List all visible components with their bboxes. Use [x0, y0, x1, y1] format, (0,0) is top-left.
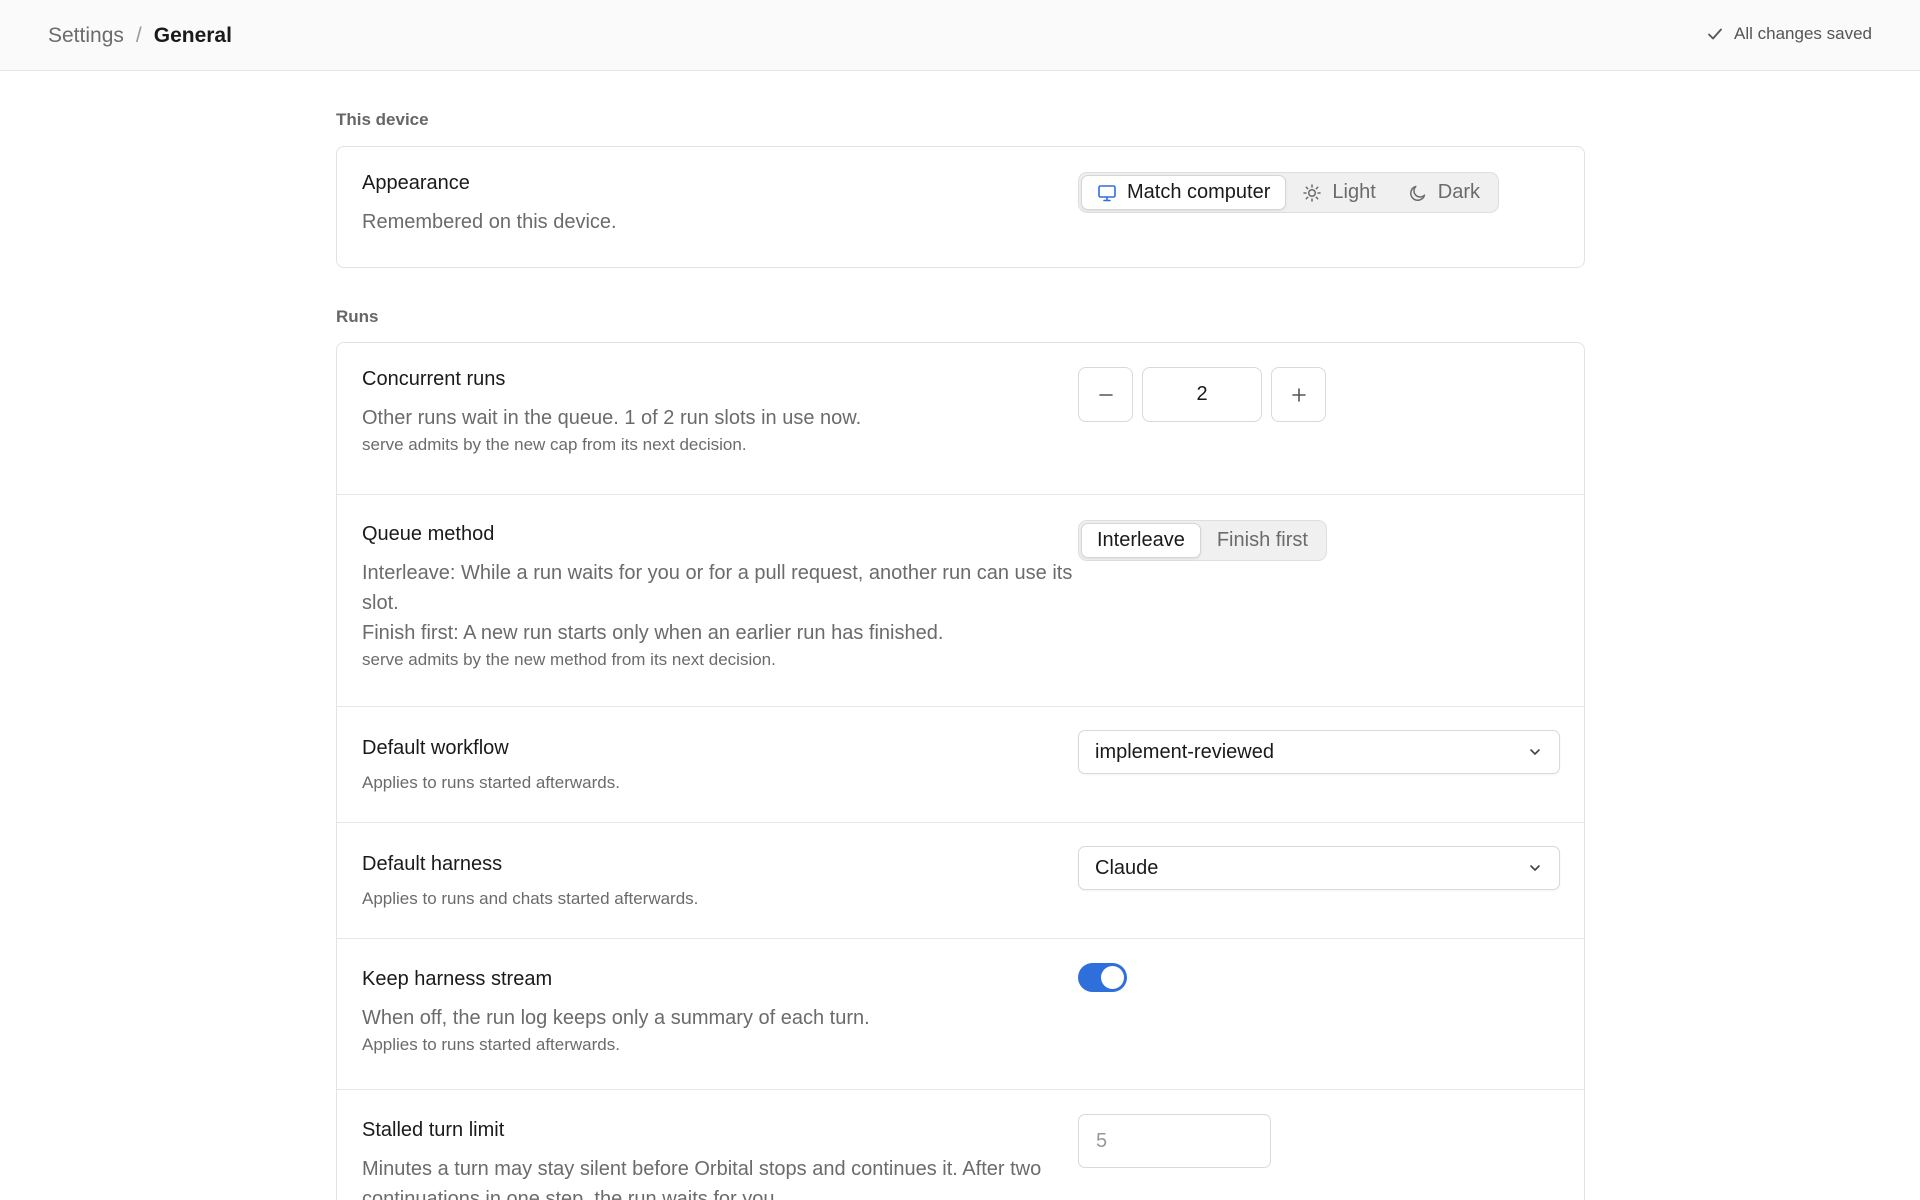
section-label-runs: Runs: [336, 307, 379, 326]
appearance-description: Remembered on this device.: [362, 211, 617, 233]
plus-icon: [1291, 387, 1306, 402]
appearance-option-label: Light: [1332, 181, 1376, 203]
appearance-option-label: Dark: [1437, 181, 1480, 203]
appearance-row: Appearance Remembered on this device. Ma…: [337, 147, 1584, 267]
moon-icon: [1409, 185, 1426, 201]
appearance-option-dark[interactable]: Dark: [1392, 175, 1496, 210]
top-bar: Settings / General All changes saved: [0, 0, 1920, 71]
increment-button[interactable]: [1271, 367, 1326, 422]
appearance-title: Appearance: [362, 172, 470, 194]
queue-method-title: Queue method: [362, 523, 495, 545]
default-harness-select[interactable]: Claude: [1078, 846, 1560, 890]
default-workflow-value: implement-reviewed: [1095, 740, 1274, 763]
keep-harness-stream-row: Keep harness stream When off, the run lo…: [337, 938, 1584, 1089]
decrement-button[interactable]: [1078, 367, 1133, 422]
concurrent-runs-stepper: 2: [1078, 367, 1326, 422]
breadcrumb-separator: /: [135, 24, 142, 47]
appearance-segmented-control: Match computer Light Dark: [1078, 172, 1499, 213]
save-status: All changes saved: [1706, 24, 1872, 44]
default-harness-note: Applies to runs and chats started afterw…: [362, 889, 699, 908]
minus-icon: [1098, 393, 1113, 396]
queue-option-interleave[interactable]: Interleave: [1081, 523, 1201, 558]
runs-card: Concurrent runs Other runs wait in the q…: [336, 342, 1585, 1200]
stalled-turn-limit-title: Stalled turn limit: [362, 1119, 505, 1141]
queue-method-description-interleave: Interleave: While a run waits for you or…: [362, 562, 1073, 614]
check-icon: [1708, 28, 1722, 40]
default-workflow-title: Default workflow: [362, 737, 509, 759]
default-harness-title: Default harness: [362, 853, 503, 875]
keep-harness-stream-description: When off, the run log keeps only a summa…: [362, 1007, 870, 1029]
monitor-icon: [1098, 184, 1116, 201]
concurrent-runs-description: Other runs wait in the queue. 1 of 2 run…: [362, 407, 862, 429]
default-workflow-note: Applies to runs started afterwards.: [362, 773, 620, 792]
toggle-knob: [1101, 966, 1124, 989]
queue-method-description-finish-first: Finish first: A new run starts only when…: [362, 622, 944, 644]
save-status-label: All changes saved: [1734, 24, 1872, 43]
page-title: General: [153, 24, 232, 47]
breadcrumb: Settings / General: [48, 24, 232, 48]
default-harness-value: Claude: [1095, 856, 1159, 879]
keep-harness-stream-note: Applies to runs started afterwards.: [362, 1035, 620, 1054]
concurrent-runs-row: Concurrent runs Other runs wait in the q…: [337, 343, 1584, 494]
queue-method-note: serve admits by the new method from its …: [362, 650, 776, 669]
chevron-down-icon: [1530, 865, 1540, 871]
sun-icon: [1303, 183, 1322, 202]
concurrent-runs-title: Concurrent runs: [362, 368, 506, 390]
section-label-device: This device: [336, 110, 429, 129]
chevron-down-icon: [1530, 749, 1540, 755]
stalled-turn-limit-row: Stalled turn limit Minutes a turn may st…: [337, 1089, 1584, 1200]
appearance-option-light[interactable]: Light: [1286, 175, 1391, 210]
breadcrumb-settings-link[interactable]: Settings: [48, 24, 124, 48]
default-harness-row: Default harness Applies to runs and chat…: [337, 822, 1584, 938]
default-workflow-select[interactable]: implement-reviewed: [1078, 730, 1560, 774]
queue-method-segmented-control: Interleave Finish first: [1078, 520, 1327, 561]
stalled-turn-limit-description: Minutes a turn may stay silent before Or…: [362, 1158, 1042, 1200]
appearance-option-match-computer[interactable]: Match computer: [1081, 175, 1287, 210]
stalled-turn-limit-input[interactable]: 5: [1078, 1114, 1271, 1168]
settings-content: This device Appearance Remembered on thi…: [336, 71, 1585, 1200]
keep-harness-stream-toggle[interactable]: [1078, 963, 1127, 992]
default-workflow-row: Default workflow Applies to runs started…: [337, 706, 1584, 822]
concurrent-runs-value[interactable]: 2: [1142, 367, 1262, 422]
concurrent-runs-note: serve admits by the new cap from its nex…: [362, 435, 747, 454]
appearance-option-label: Match computer: [1127, 181, 1271, 203]
device-card: Appearance Remembered on this device. Ma…: [336, 146, 1585, 268]
queue-method-row: Queue method Interleave: While a run wai…: [337, 494, 1584, 706]
queue-option-finish-first[interactable]: Finish first: [1201, 523, 1324, 558]
keep-harness-stream-title: Keep harness stream: [362, 968, 553, 990]
